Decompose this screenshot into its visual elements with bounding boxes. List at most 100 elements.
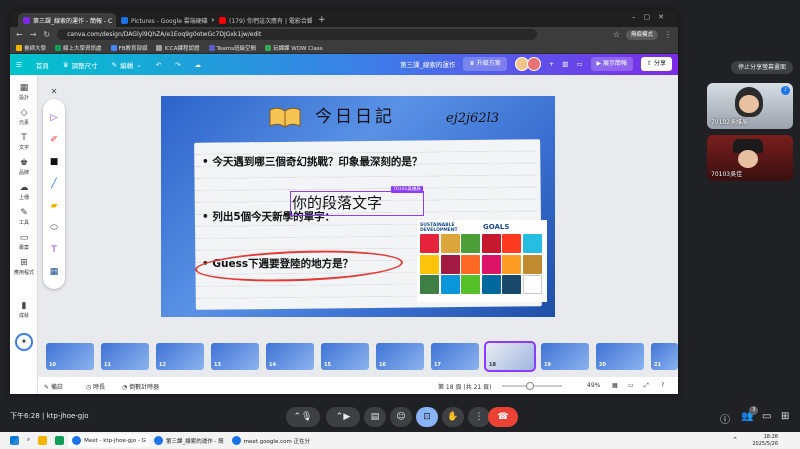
slide-thumbnail[interactable]: 20 <box>596 343 644 370</box>
sidebar-item-elements[interactable]: ◇ 元素 <box>10 108 38 126</box>
emoji-button[interactable]: ☺ <box>390 407 412 427</box>
text-box-content[interactable]: 你的段落文字 <box>291 192 423 214</box>
slide-thumbnail[interactable]: 16 <box>376 343 424 370</box>
activities-icon[interactable]: ⊞ <box>781 411 789 422</box>
taskbar-app-meet[interactable]: Meet - ktp-jhoe-gjo - G <box>68 434 150 447</box>
slide-thumbnail-selected[interactable]: 18 <box>484 341 536 372</box>
avatar[interactable] <box>526 57 541 71</box>
slide-thumbnail[interactable]: 13 <box>211 343 259 370</box>
slide-thumbnail[interactable]: 19 <box>541 343 589 370</box>
table-tool-icon[interactable]: ▦ <box>43 267 65 277</box>
system-clock[interactable]: 18:28 2025/5/26 <box>752 434 778 447</box>
camera-button[interactable]: ⌃ ▶ <box>326 407 360 427</box>
raise-hand-button[interactable]: ✋ <box>442 407 464 427</box>
slide-thumbnail[interactable]: 14 <box>266 343 314 370</box>
bookmark[interactable]: ICCA課程認證 <box>156 44 200 52</box>
analytics-icon[interactable]: ▥ <box>562 60 568 68</box>
taskbar-app[interactable] <box>51 434 68 447</box>
star-icon[interactable]: ☆ <box>613 30 620 39</box>
more-options-button[interactable]: ⋮ <box>468 407 490 427</box>
sidebar-item-brand[interactable]: ♚ 品牌 <box>10 158 38 176</box>
text-tool-icon[interactable]: T <box>43 245 65 255</box>
participant-tile[interactable]: 70102吳維辰 ♪ <box>707 83 793 129</box>
present-button[interactable]: ▶ 展示簡報 <box>590 57 634 71</box>
tab-canva[interactable]: 第三課_線索的運作 - 簡報 - C ✕ <box>18 13 116 27</box>
sidebar-item-achievements[interactable]: ▮ 成就 <box>10 301 38 319</box>
undo-icon[interactable]: ↶ <box>156 61 161 69</box>
participant-tile[interactable]: 70103吳佳 <box>707 135 793 181</box>
captions-button[interactable]: ▤ <box>364 407 386 427</box>
slide-thumbnail[interactable]: 17 <box>431 343 479 370</box>
add-collaborator-icon[interactable]: + <box>549 60 554 68</box>
share-button[interactable]: ⇧ 分享 <box>641 57 672 71</box>
sidebar-item-text[interactable]: T 文字 <box>10 133 38 151</box>
incognito-badge[interactable]: 無痕模式 <box>625 29 658 40</box>
back-icon[interactable]: ← <box>16 30 23 39</box>
tray-chevron-icon[interactable]: ⌃ <box>732 436 738 444</box>
menu-icon[interactable]: ⋮ <box>664 30 672 39</box>
bookmark[interactable]: FB教育部媒 <box>110 44 147 52</box>
magic-button[interactable]: ✦ <box>10 333 38 351</box>
home-link[interactable]: 首頁 <box>36 60 49 70</box>
upgrade-button[interactable]: ♛ 升級方案 <box>463 57 507 71</box>
bookmark[interactable]: 線上大學資訊處 <box>55 44 102 52</box>
tab-youtube[interactable]: (179) 你們這次應有 | 電影合輯 ✕ <box>214 13 312 27</box>
sidebar-item-tools[interactable]: ✎ 工具 <box>10 208 38 226</box>
notes-button[interactable]: ✎ 備註 <box>44 382 63 391</box>
fullscreen-icon[interactable]: ⤢ <box>644 382 649 390</box>
taskbar-app-share[interactable]: meet.google.com 正在分 <box>228 434 314 447</box>
url-field[interactable]: canva.com/design/DAGlyl9QhZA/e1Eoq9g0otw… <box>57 29 538 40</box>
mic-button[interactable]: ⌃ 🎙 <box>286 407 320 427</box>
select-tool-icon[interactable]: ▷ <box>43 113 65 123</box>
tab-drive[interactable]: Pictures - Google 雲端硬碟 ✕ <box>116 13 214 27</box>
menu-icon[interactable]: ☰ <box>16 61 22 69</box>
grid-view-icon[interactable]: ▦ <box>612 382 618 389</box>
slide-canvas[interactable]: 今日日記 ej2j62l3 • 今天遇到哪三個奇幻挑戰？印象最深刻的是？ • 列… <box>161 96 555 317</box>
sdg-image[interactable]: SUSTAINABLE DEVELOPMENT GOALS <box>417 220 547 302</box>
selected-text-box[interactable]: 你的段落文字 <box>290 191 424 216</box>
slide-thumbnail[interactable]: 21 <box>651 343 678 370</box>
present-screen-button[interactable]: ⊡ <box>416 407 438 427</box>
close-icon[interactable]: ✕ <box>43 87 65 96</box>
zoom-level[interactable]: 49% <box>587 382 600 389</box>
doc-title[interactable]: 第三課_線索的運作 <box>400 59 455 69</box>
people-button[interactable]: 👥 3 <box>741 406 759 422</box>
slide-thumbnail[interactable]: 10 <box>46 343 94 370</box>
window-controls[interactable]: –▢✕ <box>632 13 672 21</box>
sidebar-item-design[interactable]: ▦ 設計 <box>10 83 38 101</box>
shape-tool-icon[interactable]: ⬭ <box>43 223 65 233</box>
pages-icon[interactable]: ▭ <box>628 382 634 389</box>
resize-button[interactable]: ♛ 調整尺寸 <box>63 60 98 70</box>
taskbar-app[interactable] <box>34 434 51 447</box>
zoom-slider[interactable] <box>502 382 562 390</box>
marker-tool-icon[interactable]: ■ <box>43 157 65 167</box>
help-icon[interactable]: ? <box>661 382 664 389</box>
edit-mode-button[interactable]: ✎ 編輯 ⌄ <box>112 60 142 70</box>
end-call-button[interactable]: ☎ <box>488 407 518 427</box>
bookmark[interactable]: 臺師大學 <box>16 44 46 52</box>
sidebar-item-uploads[interactable]: ☁ 上傳 <box>10 183 38 201</box>
bookmark[interactable]: 玩課課 WOW Class <box>264 44 323 52</box>
reload-icon[interactable]: ↻ <box>43 30 50 39</box>
timer-button[interactable]: ◔ 倒數計時器 <box>122 382 159 391</box>
comment-icon[interactable]: ▭ <box>576 60 582 68</box>
sidebar-item-projects[interactable]: ▭ 專案 <box>10 233 38 251</box>
slide-thumbnail[interactable]: 12 <box>156 343 204 370</box>
highlighter-tool-icon[interactable]: ╱ <box>43 179 65 189</box>
forward-icon[interactable]: → <box>30 30 37 39</box>
redo-icon[interactable]: ↷ <box>175 61 180 69</box>
start-button[interactable] <box>6 434 23 447</box>
pen-tool-icon[interactable]: ✐ <box>43 135 65 145</box>
info-icon[interactable]: ⓘ <box>720 411 730 426</box>
new-tab-button[interactable]: + <box>318 13 326 27</box>
taskbar-app-canva[interactable]: 第三課_線索的運作 - 簡 <box>150 434 228 447</box>
zoom-slider-knob[interactable] <box>526 382 534 390</box>
slide-thumbnail[interactable]: 15 <box>321 343 369 370</box>
search-button[interactable]: ⌕ <box>23 434 34 447</box>
slide-thumbnail[interactable]: 11 <box>101 343 149 370</box>
eraser-tool-icon[interactable]: ▰ <box>43 201 65 211</box>
duration-button[interactable]: ◷ 時長 <box>86 382 105 391</box>
cloud-save-icon[interactable]: ☁ <box>194 61 201 69</box>
chat-icon[interactable]: ▭ <box>762 411 771 422</box>
bookmark[interactable]: Teams班級空間 <box>208 44 256 52</box>
